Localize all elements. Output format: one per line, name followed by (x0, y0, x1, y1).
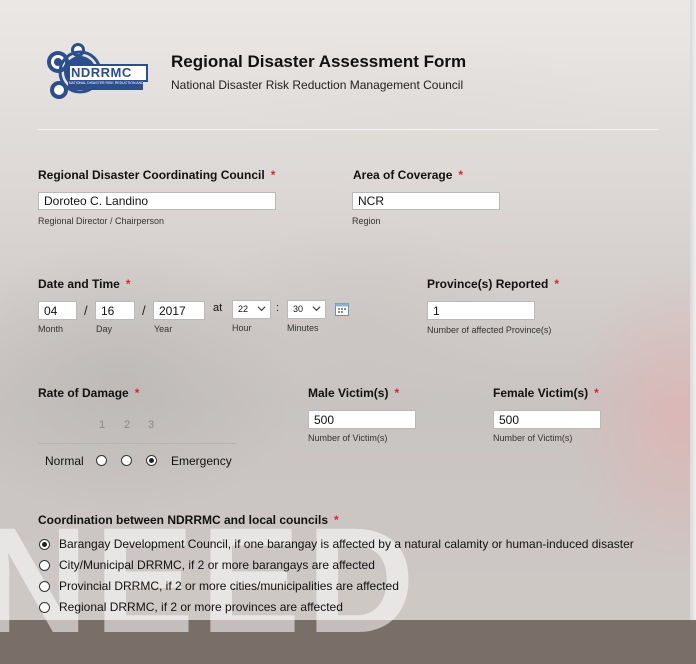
hour-value: 22 (238, 304, 249, 314)
provinces-label-text: Province(s) Reported (427, 277, 549, 291)
required-mark: * (270, 168, 276, 182)
coordination-radio-provincial[interactable] (39, 581, 50, 592)
form-subtitle: National Disaster Risk Reduction Managem… (171, 78, 464, 92)
coordination-option-regional[interactable]: Regional DRRMC, if 2 or more provinces a… (59, 600, 343, 614)
scale-number-3: 3 (148, 419, 155, 431)
form-title: Regional Disaster Assessment Form (171, 52, 467, 71)
rate-of-damage-label: Rate of Damage * (38, 386, 139, 400)
area-of-coverage-label-text: Area of Coverage (353, 168, 453, 182)
required-mark: * (594, 386, 599, 400)
logo-text: NDRRMC (71, 65, 132, 80)
month-input[interactable] (38, 301, 77, 320)
male-victims-label-text: Male Victim(s) (308, 386, 389, 400)
month-sublabel: Month (38, 324, 64, 334)
coordination-radio-barangay[interactable] (39, 539, 50, 550)
coordination-radio-regional[interactable] (39, 602, 50, 613)
female-victims-label-text: Female Victim(s) (493, 386, 589, 400)
minutes-value: 30 (293, 304, 304, 314)
region-input[interactable] (352, 192, 500, 210)
chairperson-sublabel: Regional Director / Chairperson (38, 216, 165, 226)
male-victims-input[interactable] (308, 410, 416, 429)
logo-tagline: NATIONAL DISASTER RISK REDUCTION AND MAN… (69, 81, 144, 85)
date-time-label: Date and Time * (38, 277, 130, 291)
female-victims-input[interactable] (493, 410, 601, 429)
provinces-input[interactable] (427, 301, 535, 320)
coordination-radio-city[interactable] (39, 560, 50, 571)
damage-radio-1[interactable] (96, 455, 107, 466)
chairperson-input[interactable] (38, 192, 276, 210)
year-sublabel: Year (154, 324, 173, 334)
year-input[interactable] (153, 301, 205, 320)
female-victims-sublabel: Number of Victim(s) (493, 433, 573, 443)
required-mark: * (334, 513, 339, 527)
calendar-icon[interactable] (335, 302, 349, 316)
ndrrmc-logo: NDRRMC NATIONAL DISASTER RISK REDUCTION … (38, 40, 150, 104)
rate-of-damage-label-text: Rate of Damage (38, 386, 129, 400)
region-sublabel: Region (352, 216, 381, 226)
day-sublabel: Day (96, 324, 113, 334)
date-separator: / (142, 303, 146, 318)
hour-sublabel: Hour (232, 323, 252, 333)
time-colon: : (276, 302, 280, 314)
coordinating-council-label: Regional Disaster Coordinating Council * (38, 168, 275, 182)
required-mark: * (554, 277, 560, 291)
scale-low-label: Normal (45, 454, 84, 468)
provinces-label: Province(s) Reported * (427, 277, 559, 291)
minutes-select[interactable]: 30 (287, 300, 326, 319)
damage-radio-2[interactable] (121, 455, 132, 466)
damage-radio-3[interactable] (146, 455, 157, 466)
coordination-label-text: Coordination between NDRRMC and local co… (38, 513, 329, 527)
header-divider (38, 129, 658, 130)
provinces-sublabel: Number of affected Province(s) (427, 325, 552, 335)
required-mark: * (125, 277, 131, 291)
day-input[interactable] (95, 301, 135, 320)
hour-select[interactable]: 22 (232, 300, 271, 319)
at-label: at (213, 302, 223, 314)
female-victims-label: Female Victim(s) * (493, 386, 599, 400)
required-mark: * (394, 386, 400, 400)
coordination-option-city[interactable]: City/Municipal DRRMC, if 2 or more baran… (59, 558, 375, 572)
scale-number-1: 1 (99, 419, 106, 431)
date-time-label-text: Date and Time (38, 277, 120, 291)
male-victims-label: Male Victim(s) * (308, 386, 399, 400)
required-mark: * (458, 168, 464, 182)
coordinating-council-label-text: Regional Disaster Coordinating Council (38, 168, 265, 182)
scale-divider (38, 443, 236, 444)
male-victims-sublabel: Number of Victim(s) (308, 433, 388, 443)
coordination-label: Coordination between NDRRMC and local co… (38, 513, 339, 527)
coordination-option-barangay[interactable]: Barangay Development Council, if one bar… (59, 537, 634, 551)
chevron-down-icon (312, 306, 321, 312)
date-separator: / (84, 303, 88, 318)
coordination-option-provincial[interactable]: Provincial DRRMC, if 2 or more cities/mu… (59, 579, 399, 593)
area-of-coverage-label: Area of Coverage * (353, 168, 463, 182)
assessment-form: NDRRMC NATIONAL DISASTER RISK REDUCTION … (0, 0, 696, 620)
required-mark: * (134, 386, 140, 400)
minutes-sublabel: Minutes (287, 323, 319, 333)
scale-high-label: Emergency (171, 454, 232, 468)
scale-number-2: 2 (124, 419, 131, 431)
chevron-down-icon (257, 306, 266, 312)
